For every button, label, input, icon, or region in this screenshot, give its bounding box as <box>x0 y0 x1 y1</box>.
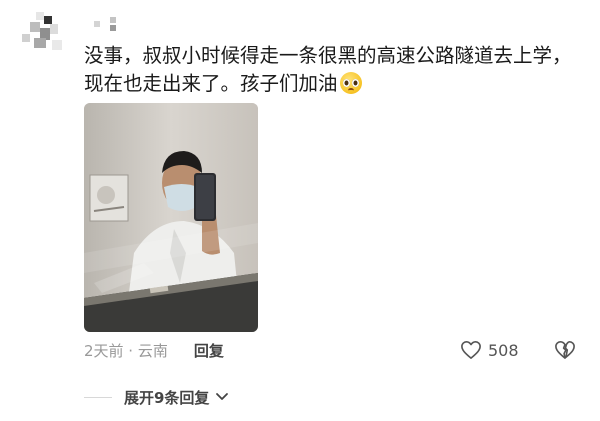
reply-button[interactable]: 回复 <box>194 340 224 362</box>
comment-body: 没事，叔叔小时候得走一条很黑的高速公路隧道去上学，现在也走出来了。孩子们加油 <box>84 44 572 95</box>
broken-heart-outline-icon <box>555 341 575 359</box>
chevron-down-icon <box>216 393 229 400</box>
expand-replies-button[interactable]: 展开9条回复 <box>84 386 229 408</box>
comment-meta: 2天前 · 云南 回复 <box>84 340 224 362</box>
username-redacted[interactable] <box>94 15 124 39</box>
time-location: 2天前 · 云南 <box>84 342 168 360</box>
expand-replies-label: 展开9条回复 <box>124 388 210 407</box>
avatar[interactable] <box>22 12 64 52</box>
like-count: 508 <box>488 340 519 360</box>
heart-outline-icon <box>461 341 481 359</box>
pleading-face-emoji <box>339 72 362 94</box>
like-button[interactable]: 508 <box>460 338 519 362</box>
divider <box>84 396 112 398</box>
dislike-button[interactable] <box>554 340 576 362</box>
attached-photo[interactable] <box>84 103 258 332</box>
comment-text: 没事，叔叔小时候得走一条很黑的高速公路隧道去上学，现在也走出来了。孩子们加油 <box>84 42 584 98</box>
wall-poster <box>89 174 129 222</box>
comment-item: 没事，叔叔小时候得走一条很黑的高速公路隧道去上学，现在也走出来了。孩子们加油 2… <box>0 0 600 421</box>
